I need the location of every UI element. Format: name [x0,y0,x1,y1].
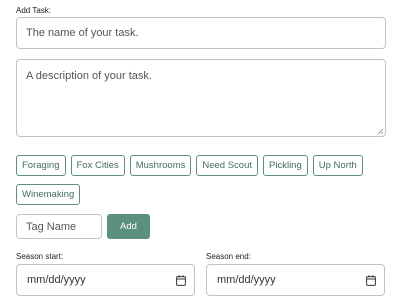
season-end-label: Season end: [206,252,251,261]
task-description-textarea[interactable] [16,59,386,137]
tag-chip[interactable]: Foraging [16,155,66,176]
task-name-input[interactable] [16,17,386,49]
add-tag-button[interactable]: Add [107,214,150,239]
season-end-date-input[interactable]: mm/dd/yyyy [206,264,385,296]
season-end-value: mm/dd/yyyy [217,274,276,286]
tag-name-input[interactable] [16,214,102,239]
calendar-icon[interactable] [176,275,186,286]
calendar-icon[interactable] [366,275,376,286]
tag-chip[interactable]: Pickling [263,155,308,176]
season-start-value: mm/dd/yyyy [27,274,86,286]
tag-chip[interactable]: Need Scout [196,155,259,176]
add-task-label: Add Task: [16,6,51,15]
tag-chip[interactable]: Mushrooms [129,155,192,176]
resize-grip-icon[interactable] [377,128,384,135]
add-task-form: Add Task: Foraging Fox Cities Mushrooms … [0,0,400,300]
season-start-label: Season start: [16,252,64,261]
tag-chip[interactable]: Up North [312,155,363,176]
season-start-date-input[interactable]: mm/dd/yyyy [16,264,195,296]
tag-chip[interactable]: Winemaking [16,184,81,205]
tag-list: Foraging Fox Cities Mushrooms Need Scout… [16,155,390,205]
tag-chip[interactable]: Fox Cities [70,155,125,176]
task-description-wrapper [16,59,386,137]
